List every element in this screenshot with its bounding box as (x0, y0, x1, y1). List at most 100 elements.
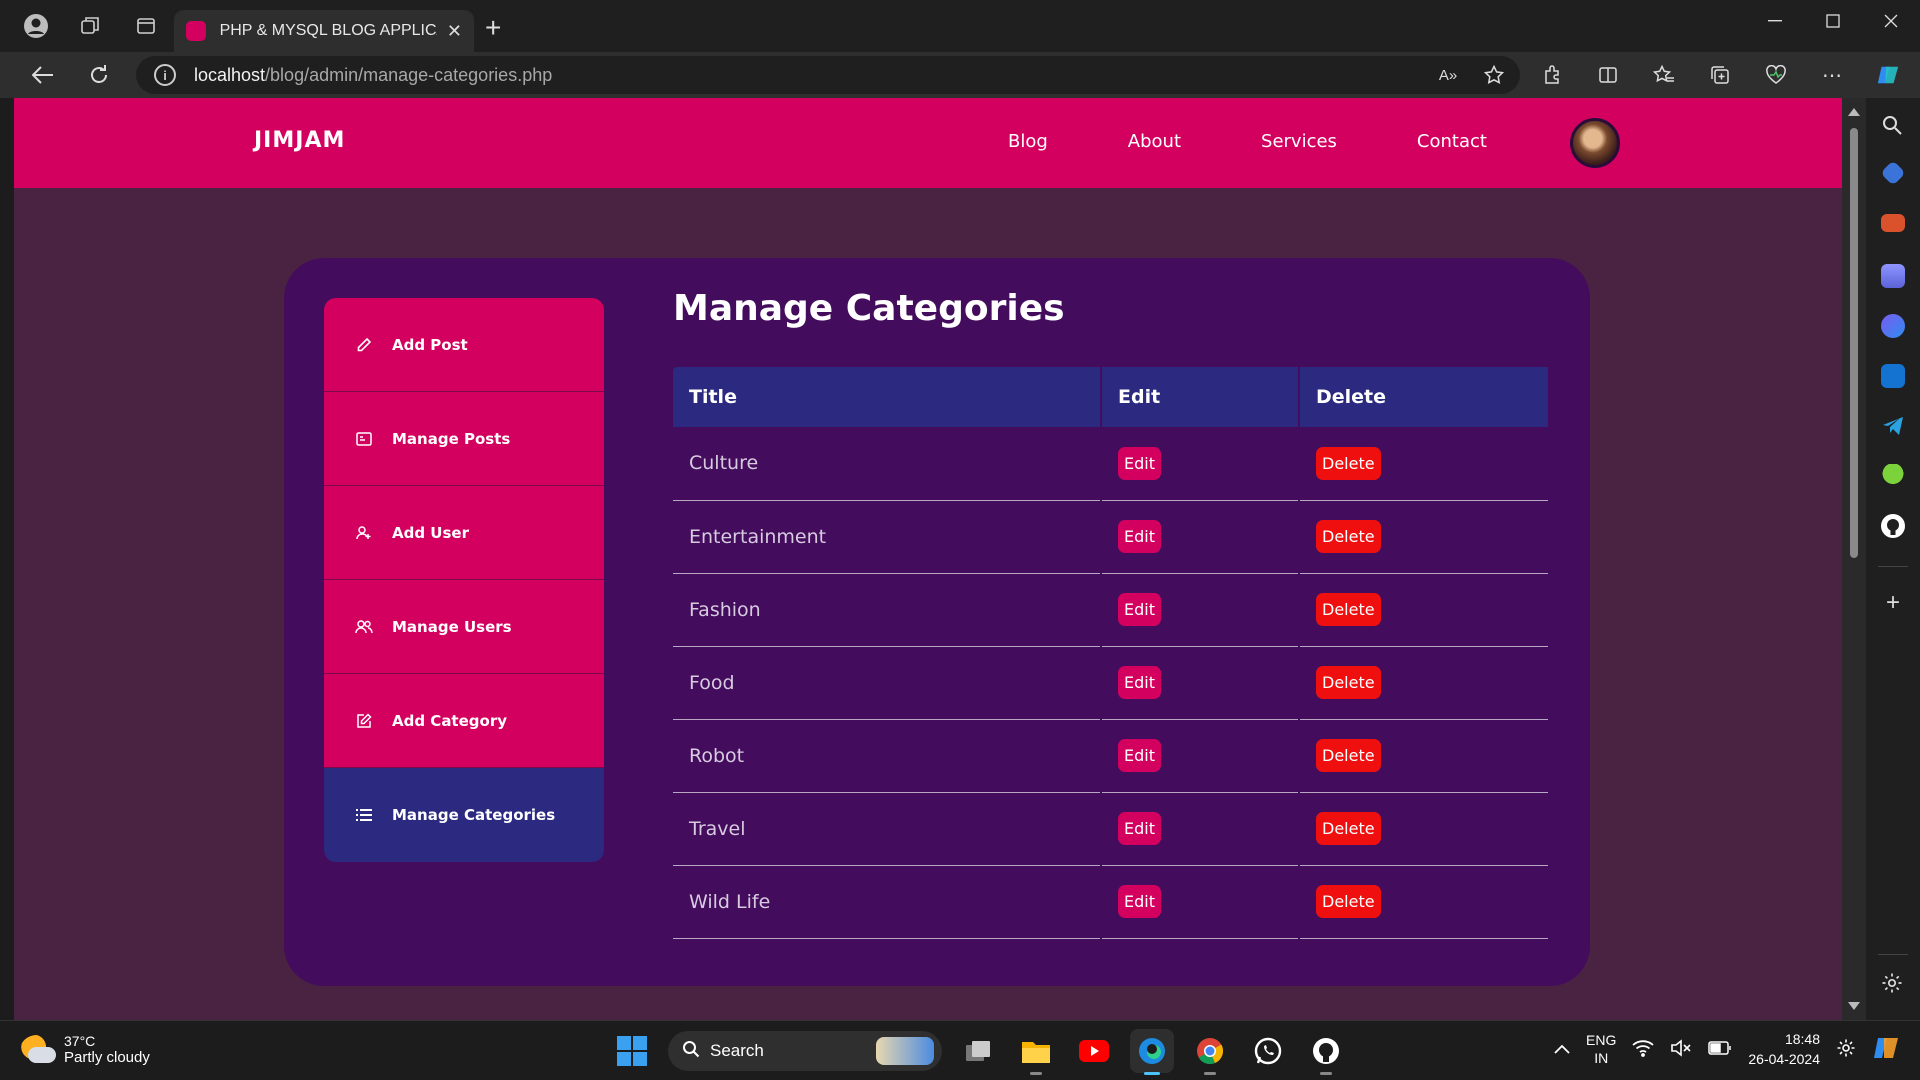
profile-icon[interactable] (14, 4, 58, 48)
categories-table: Title Edit Delete Culture Edit Delete Enter… (673, 367, 1548, 939)
more-options-icon[interactable]: ⋯ (1820, 63, 1844, 87)
favorites-icon[interactable] (1652, 63, 1676, 87)
tab-actions-icon[interactable] (124, 4, 168, 48)
table-row: Food Edit Delete (673, 646, 1548, 720)
youtube-icon[interactable] (1072, 1029, 1116, 1073)
delete-cell: Delete (1299, 427, 1548, 501)
file-explorer-icon[interactable] (1014, 1029, 1058, 1075)
tree-icon[interactable] (1881, 464, 1905, 488)
language-indicator[interactable]: ENG IN (1586, 1031, 1616, 1067)
copilot-icon[interactable] (1876, 63, 1900, 87)
close-window-icon[interactable] (1862, 0, 1920, 42)
search-highlight-image (876, 1037, 934, 1065)
site-info-icon[interactable]: i (154, 64, 176, 86)
table-row: Entertainment Edit Delete (673, 500, 1548, 574)
chrome-icon[interactable] (1188, 1029, 1232, 1075)
page-scrollbar[interactable] (1842, 98, 1866, 1020)
copilot-sidebar-icon[interactable] (1881, 314, 1905, 338)
site-logo[interactable]: JIMJAM (254, 128, 345, 153)
wifi-icon[interactable] (1632, 1039, 1654, 1060)
edit-button[interactable]: Edit (1118, 812, 1161, 845)
back-icon[interactable] (28, 60, 58, 90)
delete-button[interactable]: Delete (1316, 520, 1381, 553)
battery-icon[interactable] (1708, 1040, 1732, 1058)
scrollbar-thumb[interactable] (1850, 128, 1858, 558)
weather-widget[interactable]: 37°C Partly cloudy (20, 1033, 150, 1066)
github-icon[interactable] (1881, 514, 1905, 538)
edit-button[interactable]: Edit (1118, 885, 1161, 918)
favorite-star-icon[interactable] (1482, 63, 1506, 87)
search-icon (682, 1040, 700, 1063)
delete-button[interactable]: Delete (1316, 739, 1381, 772)
edge-browser-icon[interactable] (1130, 1029, 1174, 1075)
tools-icon[interactable] (1881, 214, 1905, 232)
games-icon[interactable] (1881, 264, 1905, 288)
new-tab-icon[interactable]: + (485, 12, 501, 44)
sidebar-item-add-category[interactable]: Add Category (324, 674, 604, 768)
whatsapp-icon[interactable] (1246, 1029, 1290, 1073)
sidebar-item-add-user[interactable]: Add User (324, 486, 604, 580)
search-icon[interactable] (1881, 114, 1905, 138)
user-avatar[interactable] (1570, 118, 1620, 168)
refresh-icon[interactable] (84, 60, 114, 90)
nav-link-contact[interactable]: Contact (1417, 131, 1487, 152)
browser-tab[interactable]: PHP & MYSQL BLOG APPLICATIO ✕ (174, 10, 474, 52)
delete-button[interactable]: Delete (1316, 593, 1381, 626)
sidebar-item-manage-posts[interactable]: Manage Posts (324, 392, 604, 486)
add-icon[interactable]: + (1881, 591, 1905, 616)
taskbar-search[interactable]: Search (668, 1031, 942, 1071)
start-button[interactable] (610, 1029, 654, 1073)
close-tab-icon[interactable]: ✕ (447, 21, 462, 42)
sidebar-item-manage-users[interactable]: Manage Users (324, 580, 604, 674)
delete-button[interactable]: Delete (1316, 885, 1381, 918)
browser-essentials-icon[interactable] (1764, 63, 1788, 87)
pencil-icon (354, 337, 374, 353)
extensions-icon[interactable] (1540, 63, 1564, 87)
sidebar-item-manage-categories[interactable]: Manage Categories (324, 768, 604, 862)
table-row: Travel Edit Delete (673, 792, 1548, 866)
url-bar[interactable]: i localhost/blog/admin/manage-categories… (136, 56, 1520, 94)
volume-muted-icon[interactable] (1670, 1038, 1692, 1060)
partly-cloudy-icon (20, 1034, 56, 1065)
workspaces-icon[interactable] (68, 4, 112, 48)
outlook-icon[interactable] (1881, 364, 1905, 388)
address-bar-row: i localhost/blog/admin/manage-categories… (0, 52, 1920, 98)
edit-button[interactable]: Edit (1118, 666, 1161, 699)
scroll-up-icon[interactable] (1848, 108, 1860, 116)
maximize-icon[interactable] (1804, 0, 1862, 42)
shopping-tag-icon[interactable] (1880, 160, 1906, 186)
edit-button[interactable]: Edit (1118, 446, 1161, 480)
split-screen-icon[interactable] (1596, 63, 1620, 87)
nav-link-blog[interactable]: Blog (1008, 131, 1048, 152)
delete-cell: Delete (1299, 719, 1548, 793)
show-hidden-icons-icon[interactable] (1554, 1041, 1570, 1057)
github-desktop-icon[interactable] (1304, 1029, 1348, 1075)
windows-logo-icon (617, 1036, 647, 1066)
sidebar-item-add-post[interactable]: Add Post (324, 298, 604, 392)
delete-button[interactable]: Delete (1316, 812, 1381, 845)
system-clock[interactable]: 18:48 26-04-2024 (1748, 1029, 1820, 1069)
telegram-icon[interactable] (1881, 414, 1905, 438)
settings-gear-icon[interactable] (1881, 972, 1905, 996)
minimize-icon[interactable] (1746, 0, 1804, 42)
scroll-down-icon[interactable] (1848, 1002, 1860, 1010)
delete-button[interactable]: Delete (1316, 666, 1381, 699)
weather-temperature: 37°C (64, 1033, 96, 1049)
nav-link-services[interactable]: Services (1261, 131, 1337, 152)
nav-link-about[interactable]: About (1128, 131, 1181, 152)
edit-box-icon (354, 712, 374, 729)
edit-button[interactable]: Edit (1118, 739, 1161, 772)
category-title: Fashion (673, 573, 1102, 647)
edit-button[interactable]: Edit (1118, 593, 1161, 626)
copilot-taskbar-icon[interactable] (1872, 1034, 1900, 1065)
edit-button[interactable]: Edit (1118, 520, 1161, 553)
collections-icon[interactable] (1708, 63, 1732, 87)
read-aloud-icon[interactable]: A» (1436, 63, 1460, 87)
table-row: Robot Edit Delete (673, 719, 1548, 793)
edit-cell: Edit (1101, 646, 1300, 720)
task-view-button[interactable] (956, 1029, 1000, 1073)
notification-settings-icon[interactable] (1836, 1038, 1856, 1061)
delete-button[interactable]: Delete (1316, 446, 1381, 480)
category-title: Travel (673, 792, 1102, 866)
admin-sidebar: Add Post Manage Posts Add User Manage Us… (324, 298, 604, 862)
